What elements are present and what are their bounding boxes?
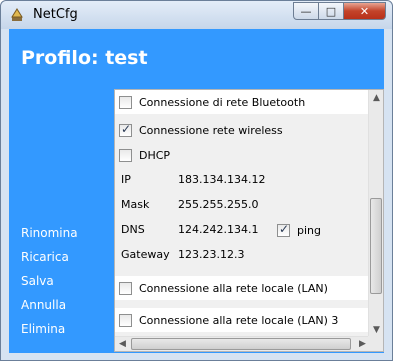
window-controls: — □ ✕	[293, 2, 386, 20]
connection-item-lan: Connessione alla rete locale (LAN)	[115, 276, 370, 300]
bluetooth-checkbox[interactable]	[119, 95, 132, 109]
scroll-down-icon[interactable]: ▼	[369, 322, 383, 337]
rename-action[interactable]: Rinomina	[21, 225, 78, 249]
save-action[interactable]: Salva	[21, 273, 78, 297]
connection-item-lan3: Connessione alla rete locale (LAN) 3	[115, 308, 370, 332]
lan-checkbox[interactable]	[119, 281, 132, 295]
ping-row: ping	[273, 221, 321, 239]
maximize-icon: □	[325, 4, 337, 18]
app-icon	[11, 8, 23, 21]
cancel-action[interactable]: Annulla	[21, 297, 78, 321]
ping-label: ping	[297, 223, 321, 237]
dns-label: DNS	[121, 223, 145, 236]
wireless-header: Connessione rete wireless	[115, 120, 283, 140]
connections-list: Connessione di rete Bluetooth Connession…	[115, 90, 370, 337]
client-area: Profilo: test Rinomina Ricarica Salva An…	[9, 29, 384, 353]
lan3-label: Connessione alla rete locale (LAN) 3	[139, 313, 339, 327]
scrollbar-corner	[368, 336, 383, 351]
lan-label: Connessione alla rete locale (LAN)	[139, 281, 328, 295]
maximize-button[interactable]: □	[318, 2, 344, 20]
mask-value[interactable]: 255.255.255.0	[178, 198, 258, 211]
horizontal-scroll-thumb[interactable]	[131, 338, 351, 350]
close-icon: ✕	[359, 4, 370, 18]
scroll-up-icon[interactable]: ▲	[369, 90, 383, 105]
window-title: NetCfg	[33, 7, 78, 22]
vertical-scroll-thumb[interactable]	[370, 198, 382, 294]
dns-value[interactable]: 124.242.134.1	[178, 223, 258, 236]
lan3-checkbox[interactable]	[119, 313, 132, 327]
netcfg-window: NetCfg — □ ✕ Profilo: test Rinomina Rica…	[0, 0, 393, 361]
profile-title: Profilo: test	[21, 47, 148, 69]
wireless-checkbox[interactable]	[119, 122, 132, 137]
dhcp-checkbox[interactable]	[119, 148, 132, 162]
ip-label: IP	[121, 173, 131, 186]
delete-action[interactable]: Elimina	[21, 321, 78, 345]
dhcp-row: DHCP	[115, 145, 170, 165]
ping-checkbox[interactable]	[277, 222, 290, 237]
scroll-left-icon[interactable]: ◀	[115, 337, 130, 351]
connections-panel[interactable]: Connessione di rete Bluetooth Connession…	[114, 89, 384, 352]
minimize-button[interactable]: —	[293, 2, 319, 20]
gateway-label: Gateway	[121, 248, 170, 261]
connection-item-bluetooth: Connessione di rete Bluetooth	[115, 90, 370, 114]
action-list: Rinomina Ricarica Salva Annulla Elimina	[21, 225, 78, 345]
horizontal-scrollbar[interactable]: ◀ ▶	[115, 336, 370, 351]
dhcp-label: DHCP	[139, 148, 171, 162]
minimize-icon: —	[300, 4, 312, 18]
connection-item-wireless: Connessione rete wireless DHCP IP 183.13…	[115, 118, 370, 270]
vertical-scrollbar[interactable]: ▲ ▼	[368, 90, 383, 337]
ip-value[interactable]: 183.134.134.12	[178, 173, 265, 186]
close-button[interactable]: ✕	[343, 2, 386, 20]
title-bar[interactable]: NetCfg — □ ✕	[1, 1, 392, 29]
mask-label: Mask	[121, 198, 150, 211]
bluetooth-label: Connessione di rete Bluetooth	[139, 95, 306, 109]
reload-action[interactable]: Ricarica	[21, 249, 78, 273]
wireless-label: Connessione rete wireless	[139, 123, 283, 137]
gateway-value[interactable]: 123.23.12.3	[178, 248, 244, 261]
